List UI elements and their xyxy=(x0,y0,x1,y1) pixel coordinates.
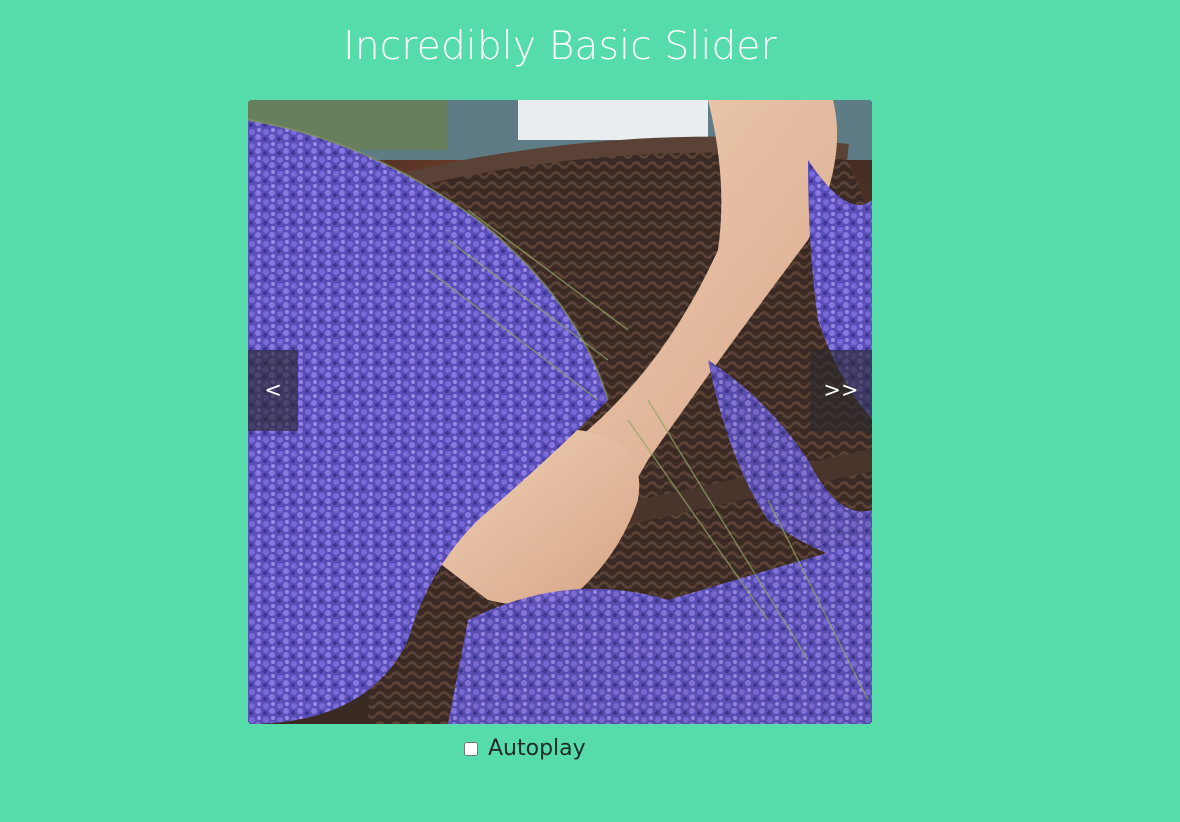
autoplay-control[interactable]: Autoplay xyxy=(464,736,586,761)
autoplay-label: Autoplay xyxy=(488,736,586,761)
page: Incredibly Basic Slider < >> Autoplay xyxy=(0,0,1180,822)
image-slider: < >> xyxy=(248,100,872,724)
autoplay-checkbox[interactable] xyxy=(464,741,478,756)
previous-slide-button[interactable]: < xyxy=(248,350,298,431)
page-title: Incredibly Basic Slider xyxy=(343,24,777,69)
next-slide-button[interactable]: >> xyxy=(810,350,872,431)
slide-image xyxy=(248,100,872,724)
